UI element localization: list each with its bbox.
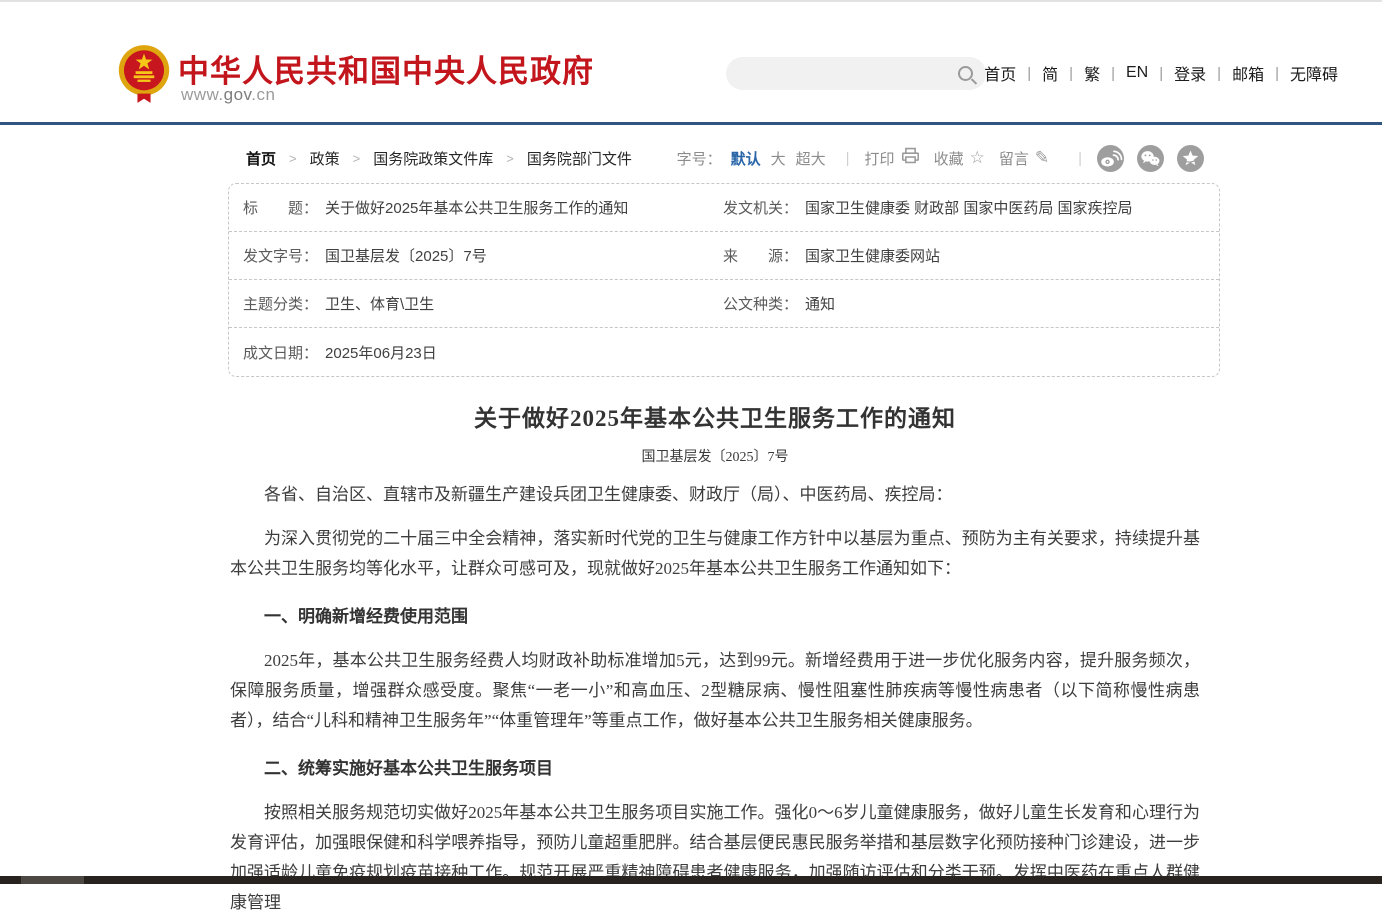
- nav-traditional[interactable]: 繁: [1084, 61, 1100, 85]
- site-url-mid: gov: [224, 85, 252, 104]
- nav-accessibility[interactable]: 无障碍: [1290, 61, 1338, 85]
- meta-value-doc-number: 国卫基层发〔2025〕7号: [325, 245, 487, 266]
- favorite-button[interactable]: 收藏 ☆: [934, 148, 985, 169]
- breadcrumb-home[interactable]: 首页: [246, 148, 276, 169]
- meta-value-issuing-agency: 国家卫生健康委 财政部 国家中医药局 国家疾控局: [805, 197, 1133, 218]
- breadcrumb-separator: >: [353, 151, 361, 166]
- font-size-xlarge[interactable]: 超大: [796, 148, 826, 169]
- meta-label-source: 来 源：: [723, 245, 798, 266]
- nav-divider: |: [1217, 65, 1221, 82]
- site-url: www.gov.cn: [181, 85, 275, 105]
- share-weibo-icon[interactable]: [1097, 145, 1124, 172]
- meta-label-topic-category: 主题分类：: [243, 293, 318, 314]
- breadcrumb-department-docs[interactable]: 国务院部门文件: [527, 148, 632, 169]
- document-toolbar: 字号： 默认 大 超大 | 打印 收藏 ☆ 留言: [677, 145, 1204, 171]
- nav-login[interactable]: 登录: [1174, 61, 1206, 85]
- meta-row-category-type: 主题分类： 卫生、体育\卫生 公文种类： 通知: [229, 280, 1219, 328]
- printer-icon: [901, 147, 920, 169]
- paragraph-section-2: 按照相关服务规范切实做好2025年基本公共卫生服务项目实施工作。强化0～6岁儿童…: [230, 798, 1200, 918]
- site-url-prefix: www.: [181, 85, 224, 104]
- font-size-large[interactable]: 大: [771, 148, 786, 169]
- nav-divider: |: [1275, 65, 1279, 82]
- breadcrumb-policy[interactable]: 政策: [310, 148, 340, 169]
- meta-value-title: 关于做好2025年基本公共卫生服务工作的通知: [325, 197, 628, 218]
- star-icon: ☆: [970, 148, 985, 168]
- paragraph-section-1: 2025年，基本公共卫生服务经费人均财政补助标准增加5元，达到99元。新增经费用…: [230, 646, 1200, 736]
- search-icon[interactable]: [958, 66, 973, 81]
- meta-label-doc-number: 发文字号：: [243, 245, 318, 266]
- search-input[interactable]: [742, 65, 958, 83]
- article-doc-number: 国卫基层发〔2025〕7号: [230, 446, 1200, 466]
- meta-value-source: 国家卫生健康委网站: [805, 245, 940, 266]
- meta-row-number-source: 发文字号： 国卫基层发〔2025〕7号 来 源： 国家卫生健康委网站: [229, 232, 1219, 280]
- breadcrumb-separator: >: [289, 151, 297, 166]
- article-title: 关于做好2025年基本公共卫生服务工作的通知: [230, 399, 1200, 433]
- nav-divider: |: [1027, 65, 1031, 82]
- comment-button[interactable]: 留言 ✎: [999, 148, 1049, 169]
- share-wechat-icon[interactable]: [1137, 145, 1164, 172]
- section-heading-1: 一、明确新增经费使用范围: [230, 602, 1200, 632]
- breadcrumb-toolbar-row: 首页 > 政策 > 国务院政策文件库 > 国务院部门文件 字号： 默认 大 超大…: [228, 145, 1220, 171]
- nav-divider: |: [1069, 65, 1073, 82]
- document-meta-table: 标 题： 关于做好2025年基本公共卫生服务工作的通知 发文机关： 国家卫生健康…: [228, 183, 1220, 377]
- horizontal-scrollbar-thumb[interactable]: [21, 876, 84, 884]
- search-box[interactable]: [726, 57, 986, 90]
- article: 关于做好2025年基本公共卫生服务工作的通知 国卫基层发〔2025〕7号 各省、…: [228, 399, 1220, 918]
- nav-mail[interactable]: 邮箱: [1232, 61, 1264, 85]
- font-size-label: 字号：: [677, 148, 722, 169]
- toolbar-divider: |: [846, 150, 850, 167]
- meta-label-title: 标 题：: [243, 197, 318, 218]
- breadcrumb-policy-library[interactable]: 国务院政策文件库: [373, 148, 493, 169]
- paragraph-salutation: 各省、自治区、直辖市及新疆生产建设兵团卫生健康委、财政厅（局）、中医药局、疾控局…: [230, 480, 1200, 510]
- paragraph-intro: 为深入贯彻党的二十届三中全会精神，落实新时代党的卫生与健康工作方针中以基层为重点…: [230, 524, 1200, 584]
- site-header: 中华人民共和国中央人民政府 www.gov.cn 首页 | 简 | 繁 | EN…: [0, 2, 1382, 125]
- meta-row-title-agency: 标 题： 关于做好2025年基本公共卫生服务工作的通知 发文机关： 国家卫生健康…: [229, 184, 1219, 232]
- pencil-icon: ✎: [1035, 148, 1049, 168]
- meta-value-topic-category: 卫生、体育\卫生: [325, 293, 434, 314]
- meta-label-doc-type: 公文种类：: [723, 293, 798, 314]
- content-column: 首页 > 政策 > 国务院政策文件库 > 国务院部门文件 字号： 默认 大 超大…: [228, 145, 1220, 918]
- section-heading-2: 二、统筹实施好基本公共卫生服务项目: [230, 754, 1200, 784]
- nav-simplified[interactable]: 简: [1042, 61, 1058, 85]
- site-url-suffix: .cn: [251, 85, 275, 104]
- comment-label: 留言: [999, 148, 1029, 169]
- meta-label-written-date: 成文日期：: [243, 342, 318, 363]
- print-label: 打印: [865, 148, 895, 169]
- horizontal-scrollbar[interactable]: [0, 876, 1382, 884]
- favorite-label: 收藏: [934, 148, 964, 169]
- top-nav: 首页 | 简 | 繁 | EN | 登录 | 邮箱 | 无障碍: [984, 61, 1338, 85]
- print-button[interactable]: 打印: [865, 147, 920, 169]
- meta-value-written-date: 2025年06月23日: [325, 342, 437, 363]
- nav-home[interactable]: 首页: [984, 61, 1016, 85]
- toolbar-divider: |: [1078, 150, 1082, 167]
- share-qzone-icon[interactable]: [1177, 145, 1204, 172]
- meta-value-doc-type: 通知: [805, 293, 835, 314]
- national-emblem-logo: [116, 43, 172, 110]
- breadcrumb-separator: >: [506, 151, 514, 166]
- article-body: 各省、自治区、直辖市及新疆生产建设兵团卫生健康委、财政厅（局）、中医药局、疾控局…: [230, 480, 1200, 918]
- font-size-default[interactable]: 默认: [731, 148, 761, 169]
- meta-label-issuing-agency: 发文机关：: [723, 197, 798, 218]
- nav-divider: |: [1111, 65, 1115, 82]
- nav-divider: |: [1159, 65, 1163, 82]
- meta-row-date: 成文日期： 2025年06月23日: [229, 328, 1219, 376]
- nav-english[interactable]: EN: [1126, 64, 1148, 82]
